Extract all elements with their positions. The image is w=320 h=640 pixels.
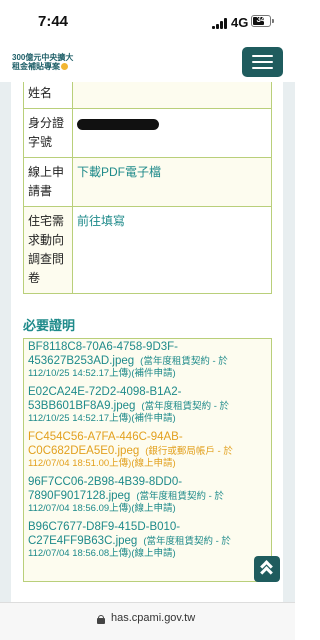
list-item: FC454C56-A7FA-446C-94AB-C0C682DEA5E0.jpe… xyxy=(28,430,267,470)
scroll-to-top-button[interactable] xyxy=(254,556,280,582)
table-row: 線上申請書 下載PDF電子檔 xyxy=(23,157,272,207)
battery-tip xyxy=(272,19,274,23)
download-pdf-link[interactable]: 下載PDF電子檔 xyxy=(72,157,272,207)
table-row: 姓名 xyxy=(23,82,272,109)
status-bar: 7:44 4G 34 xyxy=(0,0,295,42)
table-row: 住宅需求動向調查問卷 前往填寫 xyxy=(23,206,272,294)
battery-level: 34 xyxy=(256,15,266,24)
document-file-link[interactable]: FC454C56-A7FA-446C-94AB-C0C682DEA5E0.jpe… xyxy=(28,430,267,458)
signal-icon xyxy=(212,18,228,29)
logo-line-1: 300億元中央擴大 xyxy=(12,53,74,62)
battery-icon: 34 xyxy=(251,15,271,27)
site-header: 300億元中央擴大 租金補貼專案 xyxy=(0,42,295,82)
coin-icon xyxy=(61,63,68,70)
go-fill-survey-link[interactable]: 前往填寫 xyxy=(72,206,272,294)
application-form-label: 線上申請書 xyxy=(23,157,73,207)
table-row: 身分證字號 xyxy=(23,108,272,158)
required-documents-list: BF8118C8-70A6-4758-9D3F-453627B253AD.jpe… xyxy=(23,338,272,582)
id-number-label: 身分證字號 xyxy=(23,108,73,158)
list-item: BF8118C8-70A6-4758-9D3F-453627B253AD.jpe… xyxy=(28,340,267,380)
logo-line-2: 租金補貼專案 xyxy=(12,62,60,71)
document-file-link[interactable]: E02CA24E-72D2-4098-B1A2-53BB601BF8A9.jpe… xyxy=(28,385,267,413)
document-file-link[interactable]: B96C7677-D8F9-415D-B010-C27E4FF9B63C.jpe… xyxy=(28,520,267,548)
application-info-table: 姓名 身分證字號 線上申請書 下載PDF電子檔 住宅需求動向調查問卷 前往填寫 xyxy=(23,82,272,294)
name-value xyxy=(72,82,272,109)
list-item: 96F7CC06-2B98-4B39-8DD0-7890F9017128.jpe… xyxy=(28,475,267,515)
browser-url-bar[interactable]: has.cpami.gov.tw xyxy=(0,602,295,640)
menu-button[interactable] xyxy=(242,47,283,77)
document-file-link[interactable]: BF8118C8-70A6-4758-9D3F-453627B253AD.jpe… xyxy=(28,340,267,368)
name-label: 姓名 xyxy=(23,82,73,109)
list-item: E02CA24E-72D2-4098-B1A2-53BB601BF8A9.jpe… xyxy=(28,385,267,425)
hamburger-icon xyxy=(252,55,273,57)
list-item: B96C7677-D8F9-415D-B010-C27E4FF9B63C.jpe… xyxy=(28,520,267,560)
document-file-link[interactable]: 96F7CC06-2B98-4B39-8DD0-7890F9017128.jpe… xyxy=(28,475,267,503)
redacted-id-value xyxy=(77,119,159,130)
url-text: has.cpami.gov.tw xyxy=(111,612,196,624)
network-label: 4G xyxy=(231,15,249,30)
required-documents-title: 必要證明 xyxy=(23,318,76,333)
status-time: 7:44 xyxy=(38,13,69,30)
housing-survey-label: 住宅需求動向調查問卷 xyxy=(23,206,73,294)
site-logo[interactable]: 300億元中央擴大 租金補貼專案 xyxy=(12,53,73,71)
application-card: 姓名 身分證字號 線上申請書 下載PDF電子檔 住宅需求動向調查問卷 前往填寫 … xyxy=(11,82,283,602)
main-content: 姓名 身分證字號 線上申請書 下載PDF電子檔 住宅需求動向調查問卷 前往填寫 … xyxy=(0,82,295,602)
lock-icon xyxy=(97,615,106,624)
